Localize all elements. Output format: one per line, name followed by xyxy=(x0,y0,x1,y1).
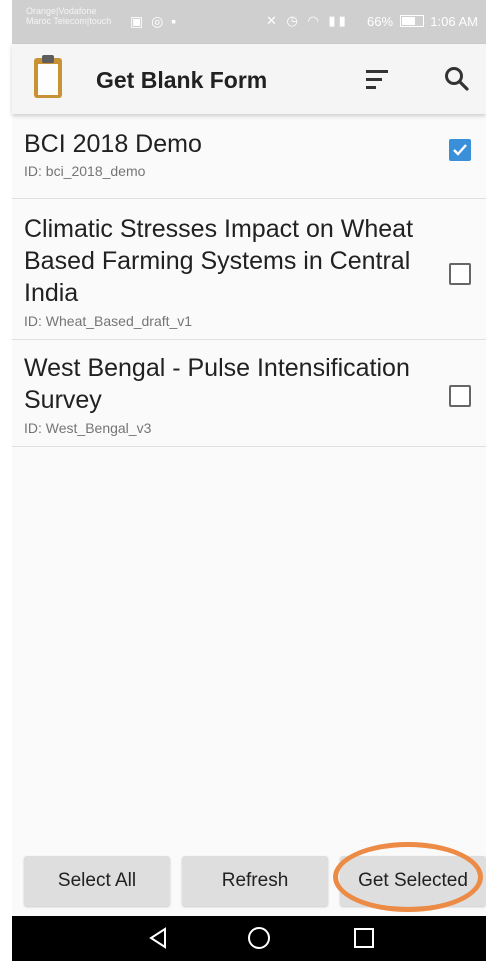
sort-icon[interactable] xyxy=(366,70,388,90)
status-bar: Orange|Vodafone Maroc Telecom|touch ▣ ◎ … xyxy=(12,0,486,44)
battery-time: 66% 1:06 AM xyxy=(367,14,478,29)
form-checkbox[interactable] xyxy=(449,385,471,407)
form-id: ID: bci_2018_demo xyxy=(24,163,146,179)
refresh-button[interactable]: Refresh xyxy=(182,856,328,906)
form-checkbox-checked[interactable] xyxy=(449,139,471,161)
form-checkbox[interactable] xyxy=(449,263,471,285)
form-title: Climatic Stresses Impact on Wheat Based … xyxy=(24,215,414,307)
form-list: BCI 2018 Demo ID: bci_2018_demo Climatic… xyxy=(12,116,486,447)
get-selected-button[interactable]: Get Selected xyxy=(340,856,486,906)
battery-percent: 66% xyxy=(367,14,394,29)
home-icon[interactable] xyxy=(248,927,270,949)
select-all-button[interactable]: Select All xyxy=(24,856,170,906)
clipboard-logo-icon xyxy=(34,55,62,98)
carrier-line-1: Orange|Vodafone xyxy=(26,6,97,16)
phone-screen: Orange|Vodafone Maroc Telecom|touch ▣ ◎ … xyxy=(12,0,486,961)
carrier-line-2: Maroc Telecom|touch xyxy=(26,16,112,26)
form-id: ID: Wheat_Based_draft_v1 xyxy=(24,313,193,329)
search-icon[interactable] xyxy=(444,66,470,92)
form-list-item[interactable]: BCI 2018 Demo ID: bci_2018_demo xyxy=(12,116,486,199)
system-nav-bar xyxy=(12,916,486,961)
app-toolbar: Get Blank Form xyxy=(12,44,486,114)
clock-time: 1:06 AM xyxy=(430,14,478,29)
button-bar: Select All Refresh Get Selected xyxy=(12,850,486,916)
form-id: ID: West_Bengal_v3 xyxy=(24,420,152,436)
battery-icon xyxy=(399,15,424,27)
back-icon[interactable] xyxy=(148,927,168,949)
carrier-label: Orange|Vodafone Maroc Telecom|touch xyxy=(26,6,111,26)
notification-icons: ▣ ◎ ▪ xyxy=(130,13,179,29)
form-list-item[interactable]: West Bengal - Pulse Intensification Surv… xyxy=(12,340,486,447)
form-title: West Bengal - Pulse Intensification Surv… xyxy=(24,354,410,414)
form-title: BCI 2018 Demo xyxy=(24,130,202,158)
page-title: Get Blank Form xyxy=(96,67,268,93)
form-list-item[interactable]: Climatic Stresses Impact on Wheat Based … xyxy=(12,199,486,340)
recent-apps-icon[interactable] xyxy=(354,928,374,948)
status-icons: ✕ ◷ ◠ ▮▮ xyxy=(266,13,349,28)
